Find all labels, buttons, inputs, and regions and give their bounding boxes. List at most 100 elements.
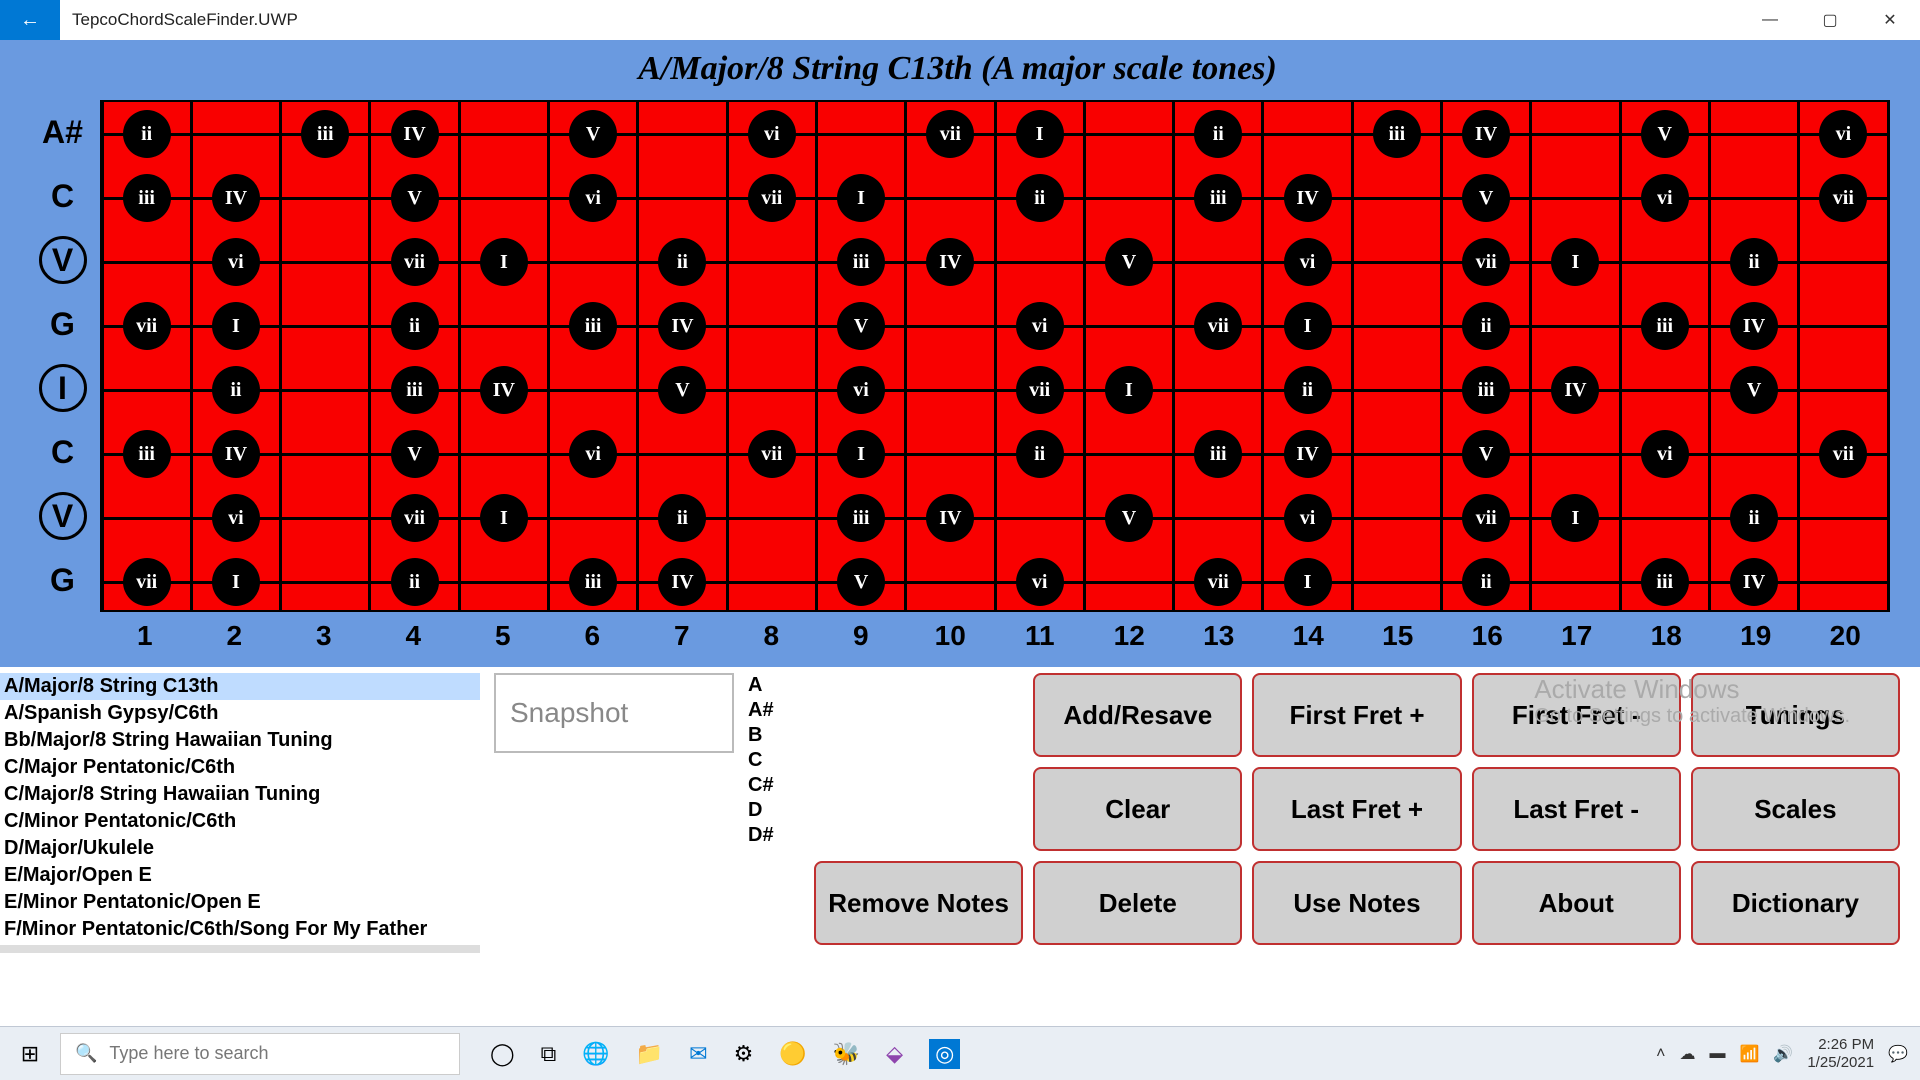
last-fret-plus-button[interactable]: Last Fret + <box>1252 767 1461 851</box>
note-item[interactable]: B <box>748 723 804 748</box>
scrollbar[interactable] <box>0 945 480 953</box>
fret-note[interactable]: vii <box>748 174 796 222</box>
fret-note[interactable]: ii <box>1730 238 1778 286</box>
fret-note[interactable]: I <box>480 494 528 542</box>
preset-item[interactable]: E/Minor Pentatonic/Open E <box>0 889 480 916</box>
fret-note[interactable]: iii <box>1641 558 1689 606</box>
fret-note[interactable]: vii <box>123 558 171 606</box>
note-item[interactable]: A <box>748 673 804 698</box>
fret-note[interactable]: IV <box>212 174 260 222</box>
fret-note[interactable]: vi <box>1016 558 1064 606</box>
note-item[interactable]: D <box>748 798 804 823</box>
add-resave-button[interactable]: Add/Resave <box>1033 673 1242 757</box>
fret-note[interactable]: iii <box>1194 174 1242 222</box>
fret-note[interactable]: I <box>1551 494 1599 542</box>
preset-item[interactable]: F/Minor Pentatonic/C6th/Song For My Fath… <box>0 916 480 943</box>
note-item[interactable]: A# <box>748 698 804 723</box>
fret-note[interactable]: vi <box>212 494 260 542</box>
fret-note[interactable]: V <box>1462 430 1510 478</box>
settings-icon[interactable]: ⚙ <box>734 1041 754 1067</box>
preset-item[interactable]: Bb/Major/8 String Hawaiian Tuning <box>0 727 480 754</box>
fret-note[interactable]: ii <box>123 110 171 158</box>
fret-note[interactable]: IV <box>1730 302 1778 350</box>
fret-note[interactable]: vi <box>1284 238 1332 286</box>
fret-note[interactable]: V <box>837 302 885 350</box>
fret-note[interactable]: vi <box>748 110 796 158</box>
cortana-icon[interactable]: ◯ <box>490 1041 515 1067</box>
fret-note[interactable]: iii <box>569 558 617 606</box>
fret-note[interactable]: V <box>1105 238 1153 286</box>
fret-note[interactable]: vi <box>1641 174 1689 222</box>
fret-note[interactable]: iii <box>1462 366 1510 414</box>
fret-note[interactable]: vii <box>1194 302 1242 350</box>
tray-chevron-icon[interactable]: ˄ <box>1656 1045 1665 1063</box>
use-notes-button[interactable]: Use Notes <box>1252 861 1461 945</box>
visual-studio-icon[interactable]: ⬙ <box>886 1041 903 1067</box>
first-fret-minus-button[interactable]: First Fret - <box>1472 673 1681 757</box>
clear-button[interactable]: Clear <box>1033 767 1242 851</box>
fret-note[interactable]: iii <box>569 302 617 350</box>
fret-note[interactable]: iii <box>1641 302 1689 350</box>
fret-note[interactable]: iii <box>301 110 349 158</box>
fret-note[interactable]: ii <box>391 558 439 606</box>
dictionary-button[interactable]: Dictionary <box>1691 861 1900 945</box>
fret-note[interactable]: vi <box>1819 110 1867 158</box>
remove-notes-button[interactable]: Remove Notes <box>814 861 1023 945</box>
fret-note[interactable]: IV <box>1730 558 1778 606</box>
fret-note[interactable]: I <box>1551 238 1599 286</box>
fret-note[interactable]: V <box>1105 494 1153 542</box>
fret-note[interactable]: vii <box>391 494 439 542</box>
fret-note[interactable]: I <box>837 174 885 222</box>
fret-note[interactable]: IV <box>1284 174 1332 222</box>
last-fret-minus-button[interactable]: Last Fret - <box>1472 767 1681 851</box>
fret-note[interactable]: vii <box>1819 174 1867 222</box>
fret-note[interactable]: iii <box>837 238 885 286</box>
preset-item[interactable]: E/Major/Open E <box>0 862 480 889</box>
task-view-icon[interactable]: ⧉ <box>541 1041 557 1067</box>
mail-icon[interactable]: ✉ <box>689 1041 707 1067</box>
fret-note[interactable]: V <box>1641 110 1689 158</box>
fret-note[interactable]: ii <box>212 366 260 414</box>
notifications-icon[interactable]: 💬 <box>1888 1044 1908 1064</box>
fret-note[interactable]: I <box>1284 302 1332 350</box>
fret-note[interactable]: I <box>1284 558 1332 606</box>
tunings-button[interactable]: Tunings <box>1691 673 1900 757</box>
fret-note[interactable]: ii <box>1462 302 1510 350</box>
snapshot-input[interactable]: Snapshot <box>494 673 734 753</box>
fret-note[interactable]: I <box>1105 366 1153 414</box>
note-list[interactable]: AA#BCC#DD# <box>744 673 804 953</box>
fret-note[interactable]: ii <box>1284 366 1332 414</box>
fret-note[interactable]: IV <box>391 110 439 158</box>
close-button[interactable]: ✕ <box>1860 0 1920 40</box>
back-button[interactable]: ← <box>0 0 60 40</box>
fret-note[interactable]: I <box>212 302 260 350</box>
fret-note[interactable]: I <box>212 558 260 606</box>
clock[interactable]: 2:26 PM 1/25/2021 <box>1807 1036 1874 1072</box>
fret-note[interactable]: IV <box>1462 110 1510 158</box>
fret-note[interactable]: iii <box>837 494 885 542</box>
fret-note[interactable]: IV <box>212 430 260 478</box>
preset-list[interactable]: A/Major/8 String C13thA/Spanish Gypsy/C6… <box>0 673 480 953</box>
fret-note[interactable]: IV <box>926 238 974 286</box>
preset-item[interactable]: D/Major/Ukulele <box>0 835 480 862</box>
note-item[interactable]: D# <box>748 823 804 848</box>
preset-item[interactable]: C/Major Pentatonic/C6th <box>0 754 480 781</box>
volume-icon[interactable]: 🔊 <box>1773 1044 1793 1064</box>
fret-note[interactable]: vi <box>1016 302 1064 350</box>
fret-note[interactable]: iii <box>1373 110 1421 158</box>
taskbar-search[interactable]: 🔍 Type here to search <box>60 1033 460 1075</box>
fret-note[interactable]: vii <box>123 302 171 350</box>
note-item[interactable]: C <box>748 748 804 773</box>
battery-icon[interactable]: ▬ <box>1710 1045 1726 1063</box>
note-item[interactable]: C# <box>748 773 804 798</box>
fret-note[interactable]: vi <box>569 430 617 478</box>
fret-note[interactable]: ii <box>658 238 706 286</box>
fretboard[interactable]: iiiiiIVVviviiIiiiiiIVVviiiiIVVviviiIiiii… <box>100 100 1890 612</box>
fret-note[interactable]: vii <box>1819 430 1867 478</box>
fret-note[interactable]: I <box>837 430 885 478</box>
fret-note[interactable]: vi <box>1284 494 1332 542</box>
fret-note[interactable]: vi <box>1641 430 1689 478</box>
fret-note[interactable]: vii <box>1016 366 1064 414</box>
fret-note[interactable]: ii <box>658 494 706 542</box>
fret-note[interactable]: ii <box>1016 174 1064 222</box>
